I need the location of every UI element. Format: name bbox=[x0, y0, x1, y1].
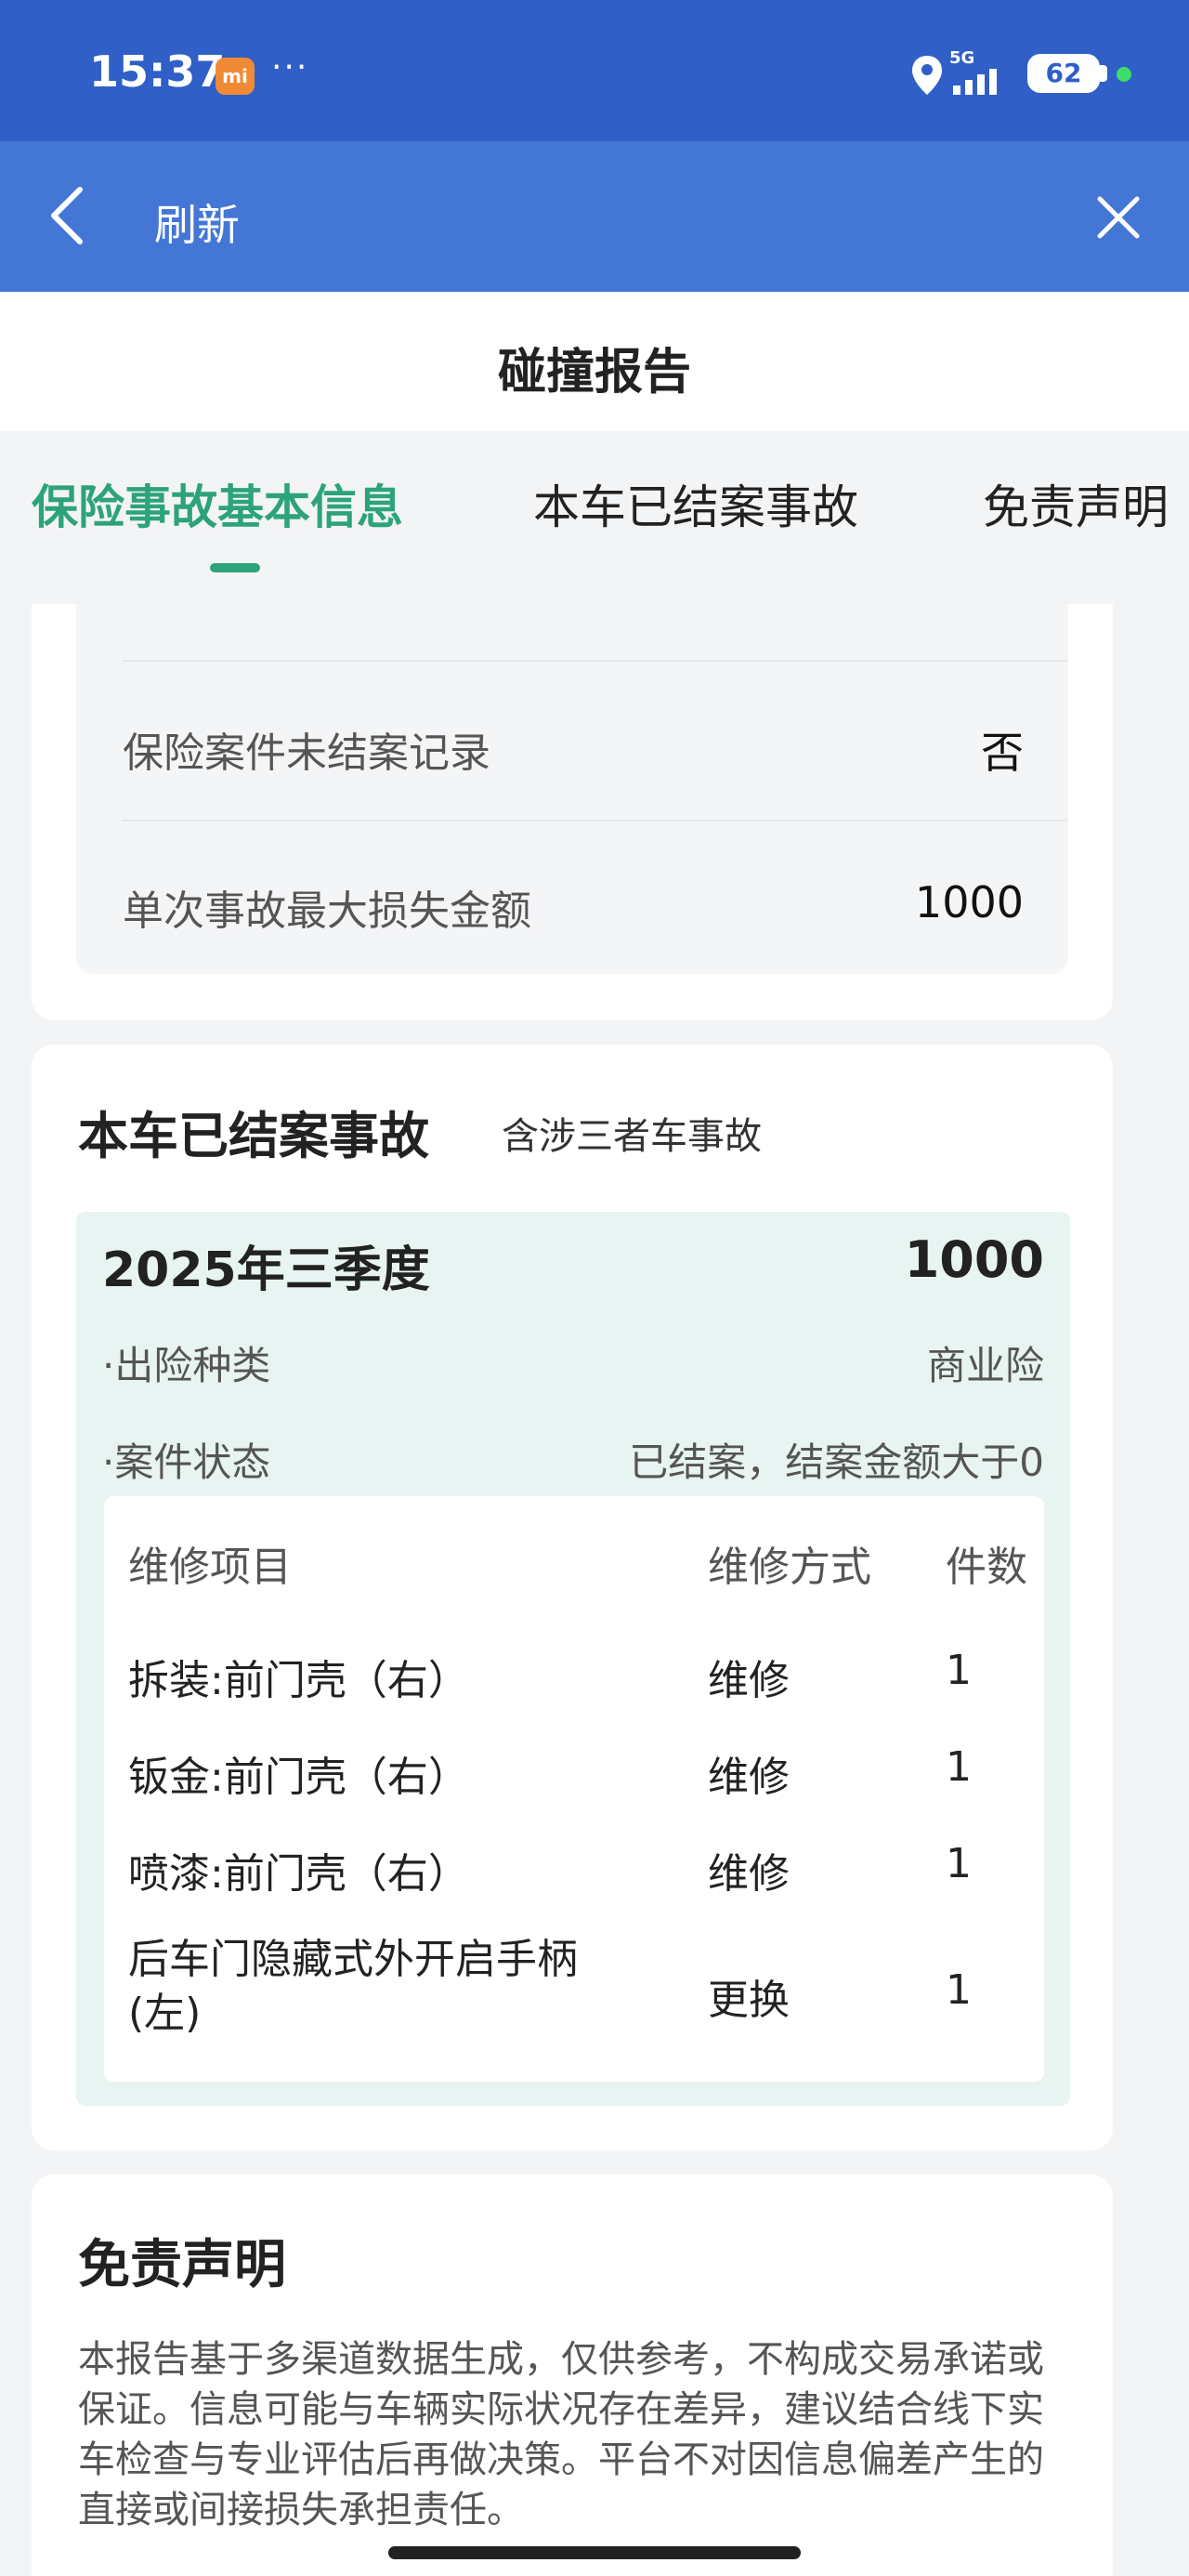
signal-icon: 5G bbox=[949, 48, 1018, 97]
battery-icon: 62 bbox=[1027, 54, 1100, 93]
home-indicator[interactable] bbox=[388, 2546, 801, 2559]
claim-quarter: 2025年三季度 bbox=[102, 1242, 430, 1298]
tab-disclaimer[interactable]: 免责声明 bbox=[983, 470, 1169, 537]
info-row-label: 保险案件未结案记录 bbox=[123, 729, 490, 777]
battery-tip bbox=[1100, 65, 1107, 82]
page-header: 碰撞报告 bbox=[0, 292, 1189, 431]
back-arrow-icon[interactable] bbox=[43, 178, 95, 253]
battery-level: 62 bbox=[1045, 58, 1082, 88]
closed-claims-card: 本车已结案事故 含涉三者车事故 2025年三季度 1000 ·出险种类 商业险 … bbox=[32, 1045, 1113, 2150]
repair-items-table: 维修项目 维修方式 件数 拆装:前门壳（右） 维修 1 钣金:前门壳（右） 维修… bbox=[104, 1496, 1044, 2082]
mi-app-icon: mi bbox=[216, 58, 255, 95]
disclaimer-title: 免责声明 bbox=[78, 2235, 286, 2295]
tab-closed-claims[interactable]: 本车已结案事故 bbox=[533, 470, 858, 537]
disclaimer-text: 本报告基于多渠道数据生成，仅供参考，不构成交易承诺或保证。信息可能与车辆实际状况… bbox=[78, 2338, 1044, 2531]
table-cell-item: 后车门隐藏式外开启手柄(左) bbox=[128, 1936, 578, 2037]
table-header: 维修方式 bbox=[708, 1544, 871, 1591]
claim-field-label: ·出险种类 bbox=[102, 1343, 271, 1388]
disclaimer-card: 免责声明 本报告基于多渠道数据生成，仅供参考，不构成交易承诺或保证。信息可能与车… bbox=[32, 2175, 1113, 2576]
info-row-value: 1000 bbox=[914, 877, 1024, 927]
section-tabs: 保险事故基本信息 本车已结案事故 免责声明 bbox=[0, 431, 1189, 604]
table-cell-count: 1 bbox=[946, 1647, 972, 1694]
nav-title[interactable]: 刷新 bbox=[154, 191, 240, 253]
claim-field-value: 商业险 bbox=[926, 1343, 1044, 1388]
table-header: 维修项目 bbox=[128, 1544, 292, 1591]
table-cell-method: 维修 bbox=[708, 1850, 790, 1898]
active-tab-indicator bbox=[210, 563, 260, 572]
status-bar: 15:37 mi ··· 5G 62 bbox=[0, 0, 1189, 141]
info-row-max-loss: 单次事故最大损失金额 1000 bbox=[78, 877, 1068, 1035]
table-cell-item: 喷漆:前门壳（右） bbox=[128, 1850, 469, 1898]
info-row-label: 单次事故最大损失金额 bbox=[123, 887, 531, 935]
location-icon bbox=[912, 56, 942, 95]
row-divider bbox=[123, 820, 1066, 821]
table-cell-count: 1 bbox=[946, 1743, 972, 1791]
status-time: 15:37 bbox=[89, 46, 226, 97]
close-icon[interactable] bbox=[1092, 191, 1144, 243]
table-cell-method: 维修 bbox=[708, 1657, 790, 1704]
privacy-indicator-dot bbox=[1117, 67, 1131, 82]
table-cell-count: 1 bbox=[946, 1840, 972, 1887]
more-notifications-icon: ··· bbox=[271, 48, 309, 86]
claim-record: 2025年三季度 1000 ·出险种类 商业险 ·案件状态 已结案，结案金额大于… bbox=[76, 1212, 1070, 2106]
table-cell-method: 更换 bbox=[708, 1977, 790, 2024]
info-row-open-claims: 保险案件未结案记录 否 bbox=[78, 719, 1068, 877]
section-subtitle: 含涉三者车事故 bbox=[502, 1115, 762, 1158]
claim-field-value: 已结案，结案金额大于0 bbox=[629, 1439, 1044, 1485]
top-navigation-bar: 刷新 bbox=[0, 141, 1189, 292]
network-type: 5G bbox=[949, 48, 975, 68]
info-row-value: 否 bbox=[981, 728, 1024, 778]
claim-field-label: ·案件状态 bbox=[102, 1439, 271, 1485]
table-header: 件数 bbox=[946, 1544, 1027, 1591]
table-cell-item: 钣金:前门壳（右） bbox=[128, 1754, 469, 1801]
row-divider bbox=[123, 660, 1066, 662]
page-title: 碰撞报告 bbox=[497, 345, 691, 401]
section-title: 本车已结案事故 bbox=[78, 1107, 429, 1165]
table-cell-method: 维修 bbox=[708, 1754, 790, 1801]
table-cell-item: 拆装:前门壳（右） bbox=[128, 1657, 469, 1704]
claim-amount: 1000 bbox=[904, 1230, 1044, 1289]
tab-basic-info[interactable]: 保险事故基本信息 bbox=[32, 470, 403, 537]
table-cell-count: 1 bbox=[946, 1966, 972, 2014]
